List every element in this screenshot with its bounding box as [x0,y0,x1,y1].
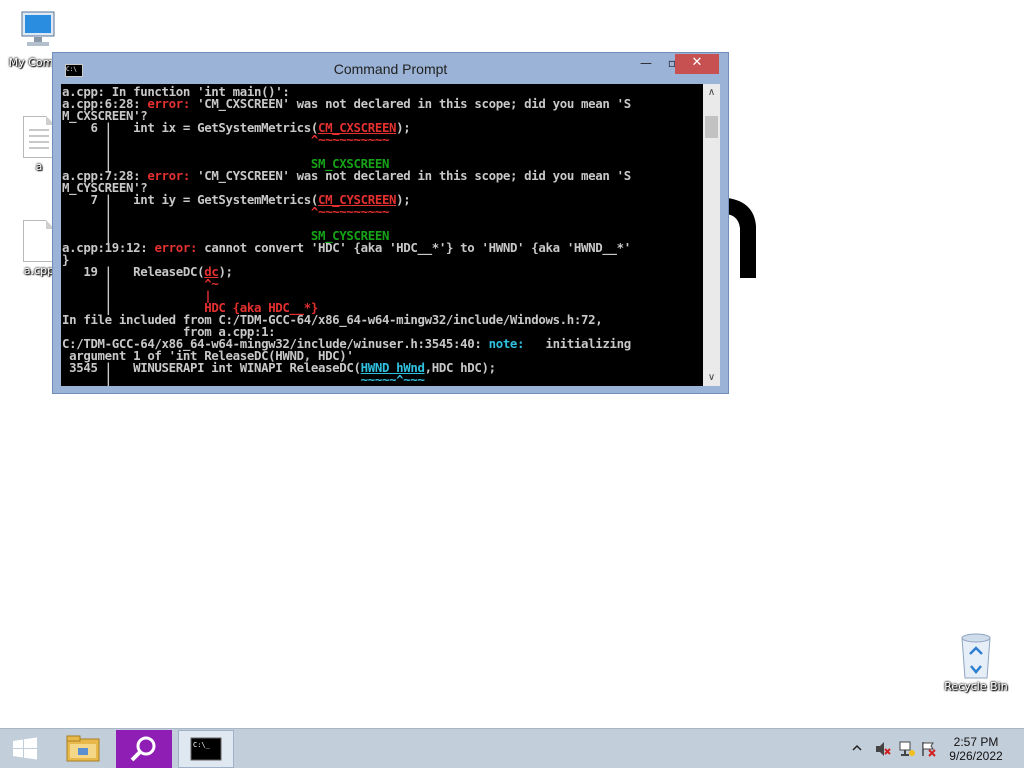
start-button[interactable] [0,730,50,768]
network-icon[interactable] [898,740,916,758]
folder-icon [66,735,100,762]
console-line: a.cpp:7:28: error: 'CM_CYSCREEN' was not… [62,168,703,183]
console-line: a.cpp:6:28: error: 'CM_CXSCREEN' was not… [62,96,703,111]
magnifier-icon [130,736,156,762]
svg-text:C:\_: C:\_ [193,741,211,749]
vertical-scrollbar[interactable]: ∧ ∨ [703,84,720,386]
console-segment: cannot convert 'HDC' {aka 'HDC__*'} to '… [197,240,631,255]
recycle-bin-label: Recycle Bin [944,680,1008,693]
computer-icon [21,11,55,46]
console-segment: ); [218,264,233,279]
console-segment: ,HDC hDC); [424,360,496,375]
window-title: Command Prompt [333,61,448,77]
clock-time: 2:57 PM [953,735,999,749]
console-segment: error: [154,240,198,255]
taskbar-file-explorer[interactable] [56,730,110,768]
console-segment: ^~~~~~~~~~~ [310,204,390,219]
command-prompt-window[interactable]: C:\ Command Prompt — ▫ ✕ a.cpp: In funct… [52,52,729,394]
desktop-icon-recycle-bin[interactable]: Recycle Bin [944,632,1008,693]
scroll-down-arrow[interactable]: ∨ [703,369,720,386]
blank-file-icon [23,220,55,262]
windows-logo-icon [13,737,37,760]
minimize-button[interactable]: — [633,54,659,74]
console-segment: 'CM_CXSCREEN' was not declared in this s… [190,96,631,111]
scrollbar-thumb[interactable] [705,116,718,138]
console-segment: note: [488,336,525,351]
console-segment: error: [147,96,190,111]
close-button[interactable]: ✕ [675,54,719,74]
console-segment: a.cpp:19:12: [62,240,155,255]
console-segment: cannot convert 'HDC' {aka 'HDC__*'} to '… [197,384,631,386]
console-app-icon: C:\_ [190,737,222,761]
system-tray [848,729,936,769]
taskbar-command-prompt[interactable]: C:\_ [178,730,234,768]
scroll-up-arrow[interactable]: ∧ [703,84,720,101]
taskbar: C:\_ 2:57 PM 9/26/2022 [0,728,1024,768]
show-hidden-icons-chevron-icon[interactable] [852,744,862,752]
console-segment: ); [396,192,411,207]
console-segment: a.cpp:20:12: [62,384,154,386]
clock[interactable]: 2:57 PM 9/26/2022 [936,735,1016,763]
text-file-icon [23,116,55,158]
recycle-bin-icon [961,633,991,679]
console-segment: 'CM_CYSCREEN' was not declared in this s… [190,168,631,183]
clock-date: 9/26/2022 [949,749,1003,763]
taskbar-search-app[interactable] [116,730,172,768]
console-text: a.cpp: In function 'int main()': a.cpp:6:… [61,84,703,386]
volume-muted-icon[interactable] [874,740,892,758]
console-segment: error: [154,384,197,386]
title-bar[interactable]: C:\ Command Prompt — ▫ ✕ [53,53,728,83]
console-segment: error: [147,168,190,183]
console-output[interactable]: a.cpp: In function 'int main()': a.cpp:6:… [61,84,703,386]
console-segment: ^~~~~~~~~~~ [310,132,390,147]
console-line: a.cpp:19:12: error: cannot convert 'HDC'… [62,240,703,255]
console-segment: initializing [524,336,631,351]
console-segment: ); [396,120,411,135]
